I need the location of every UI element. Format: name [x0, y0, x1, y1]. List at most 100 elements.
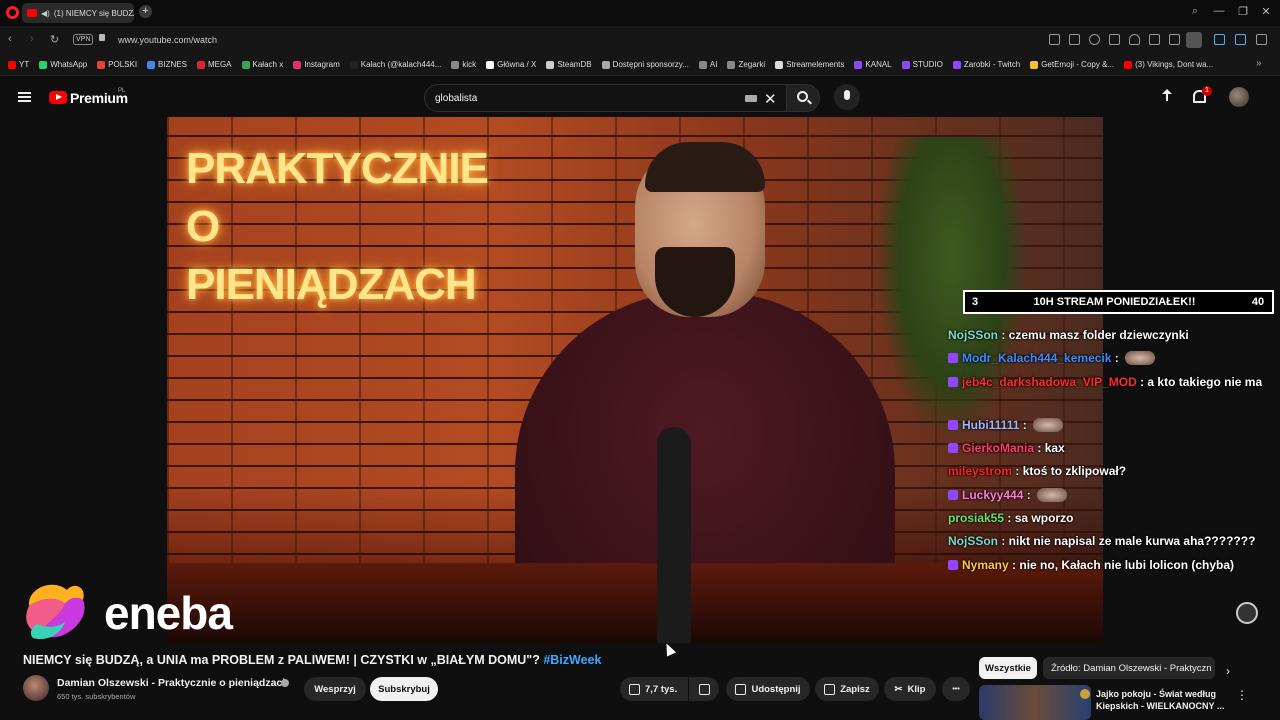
bookmark-item[interactable]: GetEmoji - Copy &... [1030, 60, 1114, 69]
chat-text: czemu masz folder dziewczynki [1008, 328, 1189, 342]
bookmark-item[interactable]: Dostępni sponsorzy... [601, 60, 689, 69]
maximize-icon[interactable]: ❐ [1236, 5, 1250, 18]
chip-source[interactable]: Źródło: Damian Olszewski - Praktyczn [1043, 657, 1215, 679]
voice-search-icon[interactable] [834, 84, 860, 110]
search-input[interactable] [424, 84, 786, 112]
camera-icon[interactable] [1069, 34, 1080, 45]
chat-message: Modr_Kalach444_kemecik : [948, 347, 1278, 370]
bookmark-item[interactable]: POLSKI [97, 60, 137, 69]
share-button[interactable]: Udostępnij [726, 677, 810, 701]
channel-watermark-icon[interactable] [1236, 602, 1258, 624]
extension-3-icon[interactable] [1256, 34, 1267, 45]
bookmark-label: MEGA [207, 60, 232, 69]
subscribe-button[interactable]: Subskrybuj [370, 677, 438, 701]
verified-icon [281, 679, 289, 687]
bookmark-item[interactable]: AI [698, 60, 718, 69]
back-icon[interactable]: ‹ [8, 33, 12, 45]
dislike-button[interactable] [689, 677, 719, 701]
bookmark-item[interactable]: kick [451, 60, 476, 69]
chat-username: GierkoMania [962, 441, 1035, 456]
hashtag-link[interactable]: #BizWeek [543, 653, 601, 667]
clear-search-icon[interactable]: ✕ [764, 90, 777, 108]
bookmark-item[interactable]: WhatsApp [39, 60, 87, 69]
search-tabs-icon[interactable]: ⌕ [1188, 5, 1202, 18]
bookmark-favicon-icon [451, 60, 460, 69]
play-icon[interactable] [1109, 34, 1120, 45]
like-button[interactable]: 7,7 tys. [620, 677, 688, 701]
speaker-icon[interactable]: ◀) [41, 9, 50, 18]
opera-logo-icon[interactable] [6, 6, 19, 19]
bookmark-label: Dostępni sponsorzy... [612, 60, 689, 69]
video-title: NIEMCY się BUDZĄ, a UNIA ma PROBLEM z PA… [23, 653, 601, 667]
create-upload-icon[interactable] [1161, 89, 1173, 103]
lock-icon[interactable] [99, 34, 105, 41]
bookmarks-more-icon[interactable]: » [1256, 58, 1262, 69]
bookmark-item[interactable]: MEGA [196, 60, 232, 69]
bookmark-item[interactable]: Streamelements [775, 60, 844, 69]
bookmark-item[interactable]: BIZNES [147, 60, 187, 69]
bookmark-item[interactable]: KANAL [854, 60, 892, 69]
profile-icon[interactable] [1186, 32, 1202, 48]
clip-button[interactable]: ✂ Klip [884, 677, 936, 701]
close-window-icon[interactable]: ✕ [1259, 5, 1273, 18]
chat-badge-icon [948, 376, 958, 387]
recommended-title[interactable]: Jajko pokoju - Świat według Kiepskich - … [1096, 688, 1226, 712]
reload-icon[interactable]: ↻ [50, 33, 59, 46]
bookmark-item[interactable]: YT [8, 60, 29, 69]
chevron-right-icon[interactable]: › [1226, 664, 1230, 678]
chat-message: GierkoMania : kax [948, 437, 1278, 460]
bookmark-label: Kałach x [252, 60, 284, 69]
menu-icon[interactable] [1169, 34, 1180, 45]
chat-message: NojSSon : czemu masz folder dziewczynki [948, 328, 1189, 342]
chip-all[interactable]: Wszystkie [979, 657, 1037, 679]
account-avatar[interactable] [1229, 87, 1249, 107]
shield-icon[interactable] [1089, 34, 1100, 45]
new-tab-button[interactable]: + [139, 5, 152, 18]
chat-text: a kto takiego nie ma [1147, 374, 1263, 389]
bookmark-item[interactable]: Instagram [293, 60, 340, 69]
hamburger-menu-icon[interactable] [18, 92, 31, 102]
chat-emote-icon [1125, 351, 1156, 366]
bookmark-label: Główna / X [497, 60, 537, 69]
extension-1-icon[interactable] [1214, 34, 1225, 45]
chat-username: Hubi11111 [962, 417, 1020, 432]
search-button[interactable] [786, 84, 820, 112]
channel-avatar[interactable] [23, 675, 49, 701]
youtube-logo-icon[interactable] [49, 91, 67, 104]
bookmark-item[interactable]: Kałach x [241, 60, 284, 69]
bookmark-favicon-icon [241, 60, 250, 69]
channel-name[interactable]: Damian Olszewski - Praktycznie o pieniąd… [57, 677, 289, 689]
download-icon[interactable] [1149, 34, 1160, 45]
bookmark-item[interactable]: (3) Vikings, Dont wa... [1124, 60, 1213, 69]
keyboard-icon[interactable] [745, 95, 757, 102]
browser-tab[interactable]: ◀) (1) NIEMCY się BUDZĄ [22, 3, 134, 23]
bookmark-favicon-icon [698, 60, 707, 69]
bookmark-label: WhatsApp [50, 60, 88, 69]
extension-2-icon[interactable] [1235, 34, 1246, 45]
url-field[interactable]: www.youtube.com/watch [118, 35, 217, 45]
edit-icon[interactable] [1049, 34, 1060, 45]
recommended-thumbnail[interactable] [979, 685, 1091, 720]
bookmark-label: AI [709, 60, 718, 69]
bookmark-label: kick [462, 60, 477, 69]
more-actions-button[interactable]: ••• [942, 677, 970, 701]
chat-emote-icon [1033, 417, 1064, 432]
bookmark-label: YT [19, 60, 30, 69]
heart-icon[interactable] [1129, 34, 1140, 45]
minimize-icon[interactable]: — [1212, 5, 1226, 17]
support-button[interactable]: Wesprzyj [304, 677, 366, 701]
save-button[interactable]: Zapisz [815, 677, 879, 701]
bookmark-label: KANAL [865, 60, 892, 69]
bookmark-item[interactable]: Kałach (@kalach444... [349, 60, 441, 69]
stream-bar-right-number: 40 [1251, 296, 1265, 308]
bookmark-item[interactable]: STUDIO [901, 60, 943, 69]
kebab-menu-icon[interactable]: ⋮ [1236, 688, 1248, 702]
bookmark-item[interactable]: Zarobki - Twitch [952, 60, 1020, 69]
youtube-header: Premium PL ✕ 1 [0, 77, 1280, 117]
bookmark-item[interactable]: Zegarki [727, 60, 765, 69]
bookmark-favicon-icon [952, 60, 961, 69]
bookmark-item[interactable]: SteamDB [546, 60, 592, 69]
bookmark-item[interactable]: Główna / X [486, 60, 536, 69]
forward-icon[interactable]: › [30, 33, 34, 45]
vpn-badge[interactable]: VPN [73, 34, 94, 45]
